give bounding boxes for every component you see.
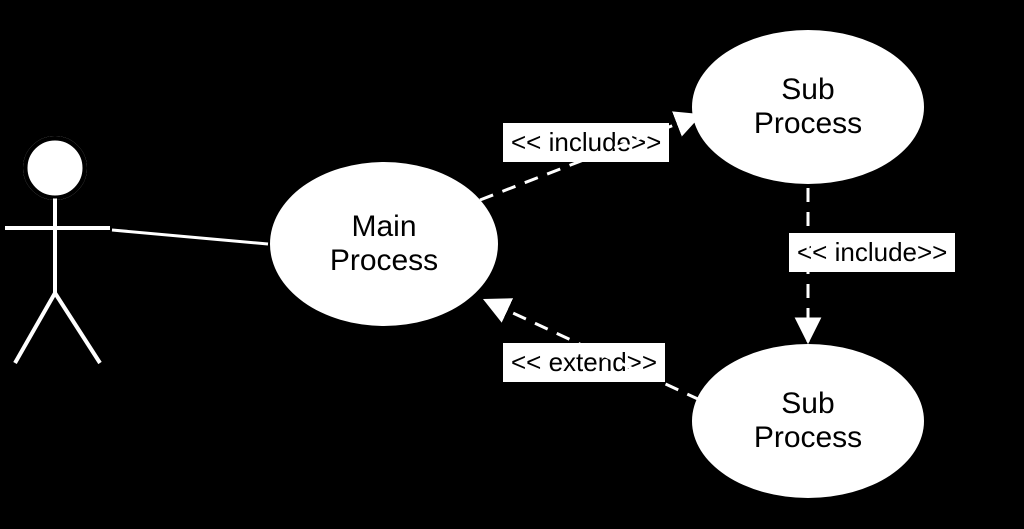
usecase-sub-process-top: SubProcess [690,28,926,186]
relation-include-top-label: << include>> [502,122,670,163]
usecase-main-label: MainProcess [330,210,438,279]
usecase-sub-process-bottom: SubProcess [690,342,926,500]
usecase-sub-bottom-label: SubProcess [754,387,862,456]
usecase-main-process: MainProcess [268,160,500,328]
relation-include-right-label: << include>> [788,232,956,273]
usecase-sub-top-label: SubProcess [754,73,862,142]
actor-icon [0,128,140,378]
relation-extend-label: << extend>> [502,342,666,383]
